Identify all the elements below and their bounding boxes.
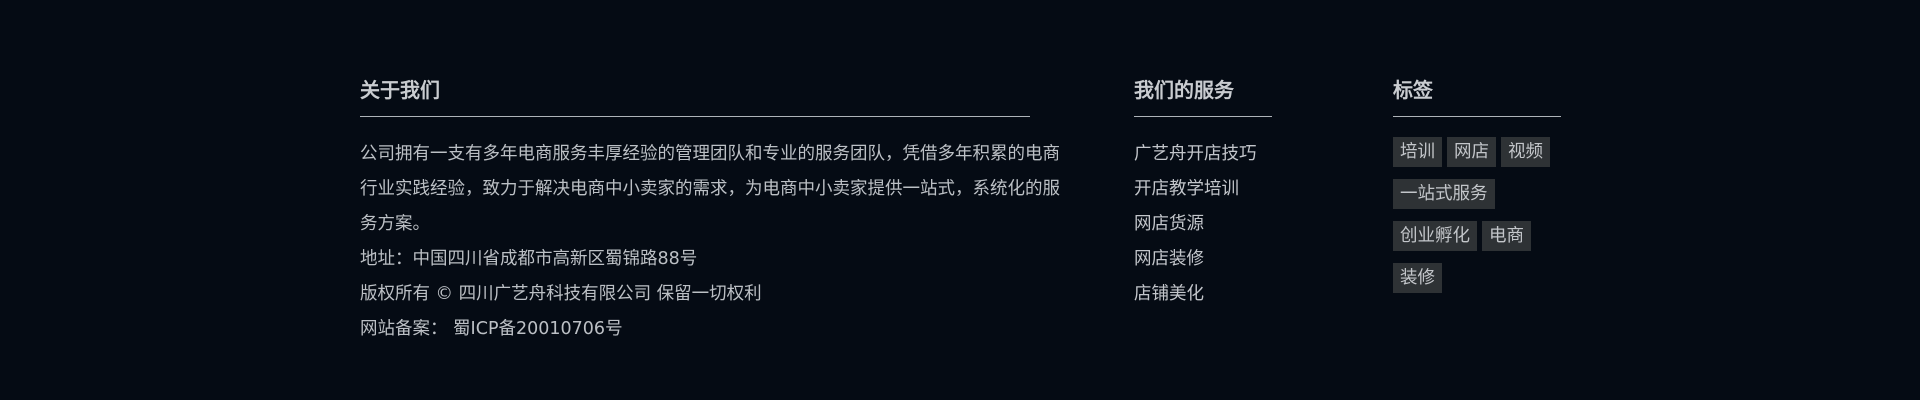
tags-divider (1393, 116, 1561, 117)
about-title: 关于我们 (360, 78, 440, 102)
services-title: 我们的服务 (1134, 78, 1234, 102)
services-section: 我们的服务 广艺舟开店技巧 开店教学培训 网店货源 网店装修 店铺美化 (1134, 76, 1279, 312)
tag-online-shop[interactable]: 网店 (1447, 137, 1496, 167)
services-divider (1134, 116, 1272, 117)
tag-one-stop-service[interactable]: 一站式服务 (1393, 179, 1495, 209)
site-footer: 关于我们 公司拥有一支有多年电商服务丰厚经验的管理团队和专业的服务团队，凭借多年… (0, 0, 1920, 400)
service-link-shop-tips[interactable]: 广艺舟开店技巧 (1134, 137, 1279, 172)
about-section: 关于我们 公司拥有一支有多年电商服务丰厚经验的管理团队和专业的服务团队，凭借多年… (360, 76, 1060, 347)
tag-ecommerce[interactable]: 电商 (1482, 221, 1531, 251)
tags-section: 标签 培训 网店 视频 一站式服务 创业孵化 电商 装修 (1393, 76, 1563, 293)
tags-title: 标签 (1393, 78, 1433, 102)
service-link-supply[interactable]: 网店货源 (1134, 207, 1279, 242)
service-link-beautify[interactable]: 店铺美化 (1134, 277, 1279, 312)
tag-training[interactable]: 培训 (1393, 137, 1442, 167)
copyright-notice: 版权所有 © 四川广艺舟科技有限公司 保留一切权利 (360, 284, 762, 304)
about-divider (360, 116, 1030, 117)
company-address: 地址：中国四川省成都市高新区蜀锦路88号 (360, 249, 698, 269)
about-description: 公司拥有一支有多年电商服务丰厚经验的管理团队和专业的服务团队，凭借多年积累的电商… (360, 144, 1060, 234)
service-link-decoration[interactable]: 网店装修 (1134, 242, 1279, 277)
tag-startup-incubation[interactable]: 创业孵化 (1393, 221, 1477, 251)
services-list: 广艺舟开店技巧 开店教学培训 网店货源 网店装修 店铺美化 (1134, 137, 1279, 312)
tag-cloud: 培训 网店 视频 一站式服务 创业孵化 电商 装修 (1393, 137, 1568, 293)
tag-decoration[interactable]: 装修 (1393, 263, 1442, 293)
icp-record: 网站备案： 蜀ICP备20010706号 (360, 319, 623, 339)
service-link-training[interactable]: 开店教学培训 (1134, 172, 1279, 207)
tag-video[interactable]: 视频 (1501, 137, 1550, 167)
